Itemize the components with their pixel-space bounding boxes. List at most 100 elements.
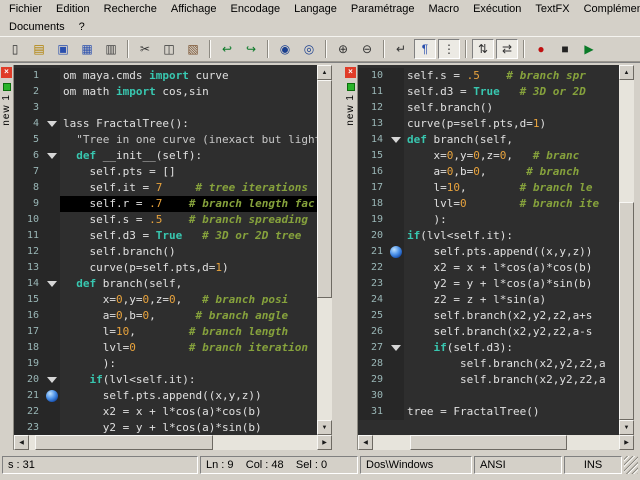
marker-margin[interactable] <box>44 164 60 180</box>
marker-margin[interactable] <box>388 68 404 84</box>
close-icon[interactable]: × <box>345 67 356 78</box>
marker-margin[interactable] <box>44 404 60 420</box>
resize-grip[interactable] <box>624 456 638 474</box>
scroll-left-icon[interactable]: ◀ <box>358 435 373 450</box>
copy-button[interactable]: ◫ <box>158 39 180 59</box>
undo-button[interactable]: ↩ <box>216 39 238 59</box>
tab-new-1[interactable]: new 1 <box>345 81 356 126</box>
menu-ex-cution[interactable]: Exécution <box>466 1 528 17</box>
record-macro-button[interactable]: ● <box>530 39 552 59</box>
scroll-left-icon[interactable]: ◀ <box>14 435 29 450</box>
marker-margin[interactable] <box>388 404 404 420</box>
marker-margin[interactable] <box>44 212 60 228</box>
menu-documents[interactable]: Documents <box>2 19 72 35</box>
scroll-down-icon[interactable]: ▼ <box>619 420 634 435</box>
fold-collapse-icon[interactable] <box>47 153 57 159</box>
marker-margin[interactable] <box>388 196 404 212</box>
marker-margin[interactable] <box>44 100 60 116</box>
marker-margin[interactable] <box>44 148 60 164</box>
marker-margin[interactable] <box>44 68 60 84</box>
scroll-right-icon[interactable]: ▶ <box>317 435 332 450</box>
marker-margin[interactable] <box>388 388 404 404</box>
marker-margin[interactable] <box>388 244 404 260</box>
menu-fichier[interactable]: Fichier <box>2 1 49 17</box>
find-button[interactable]: ◉ <box>274 39 296 59</box>
menu-langage[interactable]: Langage <box>287 1 344 17</box>
scroll-up-icon[interactable]: ▲ <box>619 65 634 80</box>
marker-margin[interactable] <box>44 372 60 388</box>
marker-margin[interactable] <box>44 244 60 260</box>
scroll-right-icon[interactable]: ▶ <box>619 435 634 450</box>
menu-param-trage[interactable]: Paramétrage <box>344 1 422 17</box>
vertical-scroll-thumb[interactable] <box>619 202 634 420</box>
marker-margin[interactable] <box>44 276 60 292</box>
menu-encodage[interactable]: Encodage <box>224 1 288 17</box>
marker-margin[interactable] <box>388 100 404 116</box>
marker-margin[interactable] <box>388 180 404 196</box>
marker-margin[interactable] <box>388 260 404 276</box>
marker-margin[interactable] <box>388 148 404 164</box>
menu-recherche[interactable]: Recherche <box>97 1 164 17</box>
tab-new-1[interactable]: new 1 <box>1 81 12 126</box>
play-macro-button[interactable]: ▶ <box>578 39 600 59</box>
sync-vertical-scroll-button[interactable]: ⇅ <box>472 39 494 59</box>
marker-margin[interactable] <box>44 196 60 212</box>
horizontal-scroll-thumb[interactable] <box>410 435 567 450</box>
marker-margin[interactable] <box>44 132 60 148</box>
marker-margin[interactable] <box>44 116 60 132</box>
fold-collapse-icon[interactable] <box>391 137 401 143</box>
menu-edition[interactable]: Edition <box>49 1 97 17</box>
menu-affichage[interactable]: Affichage <box>164 1 224 17</box>
marker-margin[interactable] <box>44 340 60 356</box>
marker-margin[interactable] <box>44 356 60 372</box>
marker-margin[interactable] <box>44 292 60 308</box>
stop-macro-button[interactable]: ■ <box>554 39 576 59</box>
marker-margin[interactable] <box>44 324 60 340</box>
marker-margin[interactable] <box>44 228 60 244</box>
print-button[interactable]: ▥ <box>100 39 122 59</box>
marker-margin[interactable] <box>44 308 60 324</box>
open-folder-button[interactable]: ▤ <box>28 39 50 59</box>
scroll-up-icon[interactable]: ▲ <box>317 65 332 80</box>
zoom-in-button[interactable]: ⊕ <box>332 39 354 59</box>
split-handle[interactable] <box>332 65 344 450</box>
vertical-scrollbar[interactable]: ▲▼ <box>317 65 332 435</box>
horizontal-scrollbar[interactable]: ◀▶ <box>358 435 634 450</box>
marker-margin[interactable] <box>388 116 404 132</box>
marker-margin[interactable] <box>44 180 60 196</box>
marker-margin[interactable] <box>388 324 404 340</box>
word-wrap-button[interactable]: ↵ <box>390 39 412 59</box>
menu--[interactable]: ? <box>72 19 92 35</box>
code-area[interactable]: 10self.s = .5 # branch spr11self.d3 = Tr… <box>358 65 619 435</box>
marker-margin[interactable] <box>388 132 404 148</box>
replace-button[interactable]: ◎ <box>298 39 320 59</box>
marker-margin[interactable] <box>388 372 404 388</box>
scroll-down-icon[interactable]: ▼ <box>317 420 332 435</box>
paste-button[interactable]: ▧ <box>182 39 204 59</box>
vertical-scrollbar[interactable]: ▲▼ <box>619 65 634 435</box>
marker-margin[interactable] <box>388 212 404 228</box>
zoom-out-button[interactable]: ⊖ <box>356 39 378 59</box>
fold-collapse-icon[interactable] <box>47 121 57 127</box>
marker-margin[interactable] <box>388 84 404 100</box>
menu-macro[interactable]: Macro <box>422 1 467 17</box>
marker-margin[interactable] <box>388 228 404 244</box>
cut-button[interactable]: ✂ <box>134 39 156 59</box>
marker-margin[interactable] <box>388 276 404 292</box>
menu-textfx[interactable]: TextFX <box>528 1 576 17</box>
marker-margin[interactable] <box>388 292 404 308</box>
save-all-button[interactable]: ▦ <box>76 39 98 59</box>
show-all-chars-button[interactable]: ¶ <box>414 39 436 59</box>
indent-guide-button[interactable]: ⋮ <box>438 39 460 59</box>
marker-margin[interactable] <box>388 164 404 180</box>
save-button[interactable]: ▣ <box>52 39 74 59</box>
vertical-scroll-thumb[interactable] <box>317 80 332 298</box>
marker-margin[interactable] <box>44 388 60 404</box>
sync-horizontal-scroll-button[interactable]: ⇄ <box>496 39 518 59</box>
marker-margin[interactable] <box>44 260 60 276</box>
fold-collapse-icon[interactable] <box>391 345 401 351</box>
menu-compl-ments[interactable]: Compléments <box>577 1 640 17</box>
marker-margin[interactable] <box>388 340 404 356</box>
horizontal-scrollbar[interactable]: ◀▶ <box>14 435 332 450</box>
fold-collapse-icon[interactable] <box>47 281 57 287</box>
